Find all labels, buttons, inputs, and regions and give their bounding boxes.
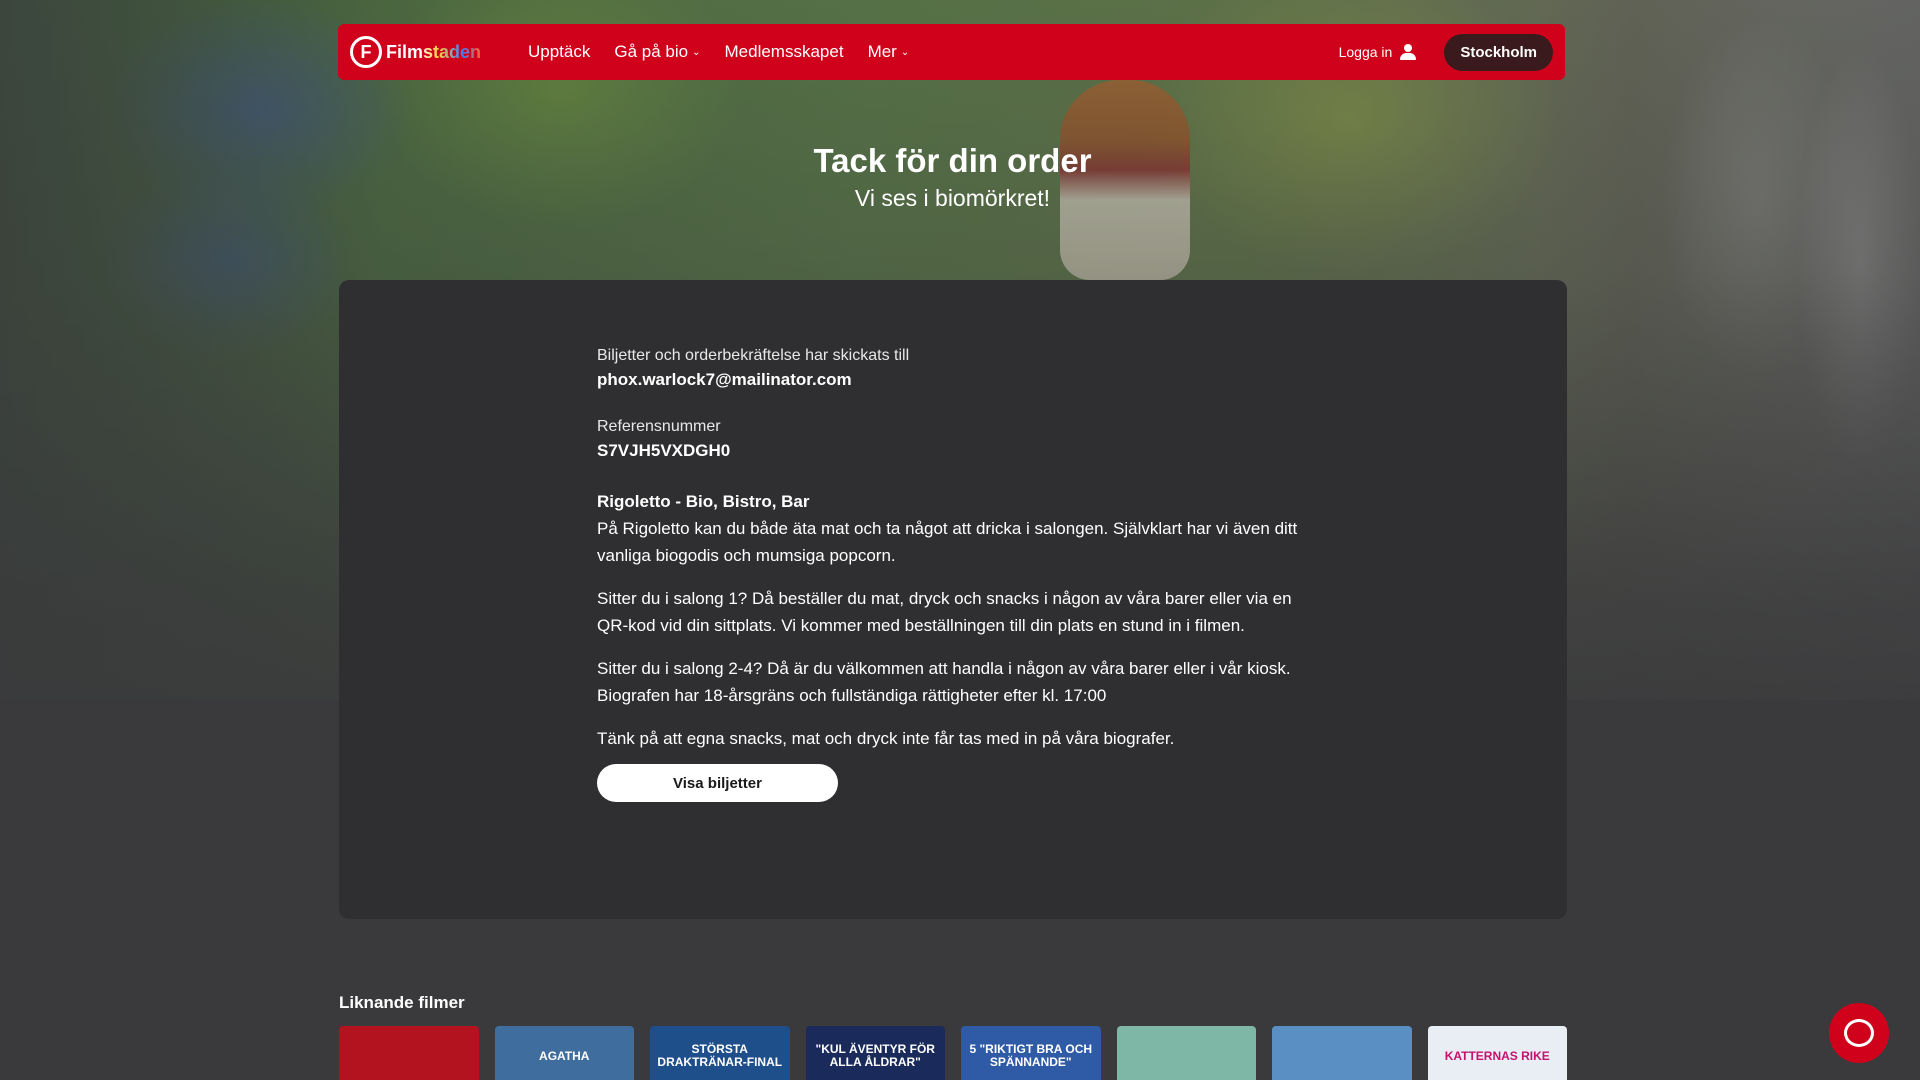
login-link[interactable]: Logga in — [1339, 44, 1417, 60]
poster-text: KATTERNAS RIKE — [1444, 1048, 1550, 1063]
city-selector-button[interactable]: Stockholm — [1444, 33, 1553, 71]
similar-movies-list: AGATHA STÖRSTA DRAKTRÄNAR-FINAL "KUL ÄVE… — [339, 1026, 1567, 1080]
nav-link-upptack[interactable]: Upptäck — [528, 42, 590, 62]
reference-label: Referensnummer — [597, 418, 721, 435]
poster-text: "KUL ÄVENTYR FÖR ALLA ÅLDRAR" — [815, 1042, 935, 1069]
poster-text: 5 "RIKTIGT BRA OCH SPÄNNANDE" — [969, 1042, 1093, 1069]
chat-button[interactable] — [1829, 1003, 1889, 1063]
nav-link-label: Gå på bio — [614, 42, 689, 61]
nav-link-ga-pa-bio[interactable]: Gå på bio ⌄ — [614, 42, 700, 62]
chevron-down-icon: ⌄ — [900, 46, 910, 58]
movie-poster[interactable]: KATTERNAS RIKE — [1427, 1026, 1567, 1080]
logo-icon: F — [350, 36, 382, 68]
email-value: phox.warlock7@mailinator.com — [597, 370, 852, 389]
venue-paragraph: På Rigoletto kan du både äta mat och ta … — [597, 519, 1298, 565]
login-label: Logga in — [1338, 44, 1393, 60]
reference-value: S7VJH5VXDGH0 — [597, 441, 731, 460]
poster-text: STÖRSTA DRAKTRÄNAR-FINAL — [657, 1042, 783, 1069]
nav-link-label: Medlemsskapet — [724, 42, 844, 61]
venue-paragraph: Sitter du i salong 1? Då beställer du ma… — [597, 589, 1292, 635]
similar-movies-heading: Liknande filmer — [339, 993, 465, 1012]
venue-heading: Rigoletto - Bio, Bistro, Bar — [597, 492, 810, 511]
movie-poster[interactable]: 5 "RIKTIGT BRA OCH SPÄNNANDE" — [961, 1026, 1101, 1080]
nav-right: Logga in Stockholm — [1339, 33, 1553, 71]
order-details: Biljetter och orderbekräftelse har skick… — [597, 346, 1317, 802]
movie-poster[interactable] — [1116, 1026, 1256, 1080]
nav-links: Upptäck Gå på bio ⌄ Medlemsskapet Mer ⌄ — [528, 42, 909, 62]
page-subtitle: Vi ses i biomörkret! — [854, 185, 1051, 211]
movie-poster[interactable]: AGATHA — [494, 1026, 634, 1080]
movie-poster[interactable]: STÖRSTA DRAKTRÄNAR-FINAL — [650, 1026, 790, 1080]
venue-paragraph: Sitter du i salong 2-4? Då är du välkomm… — [597, 659, 1291, 678]
poster-text: AGATHA — [539, 1048, 590, 1063]
show-tickets-button[interactable]: Visa biljetter — [597, 764, 838, 802]
nav-link-mer[interactable]: Mer ⌄ — [868, 42, 910, 62]
email-label: Biljetter och orderbekräftelse har skick… — [597, 347, 910, 364]
user-icon — [1400, 44, 1417, 60]
venue-paragraph: Tänk på att egna snacks, mat och dryck i… — [597, 729, 1175, 748]
logo[interactable]: F Filmstaden — [350, 36, 500, 68]
email-section: Biljetter och orderbekräftelse har skick… — [597, 346, 1317, 393]
reference-section: Referensnummer S7VJH5VXDGH0 — [597, 417, 1317, 464]
logo-text: Filmstaden — [386, 41, 482, 62]
venue-paragraph: Biografen har 18-årsgräns och fullständi… — [597, 686, 1107, 705]
chevron-down-icon: ⌄ — [692, 46, 701, 58]
top-navbar: F Filmstaden Upptäck Gå på bio ⌄ Medlems… — [338, 24, 1565, 80]
movie-poster[interactable]: "KUL ÄVENTYR FÖR ALLA ÅLDRAR" — [805, 1026, 945, 1080]
movie-poster[interactable] — [1272, 1026, 1412, 1080]
movie-poster[interactable] — [339, 1026, 479, 1080]
chat-icon — [1844, 1019, 1874, 1047]
page-title: Tack för din order — [813, 142, 1092, 179]
nav-link-medlemsskapet[interactable]: Medlemsskapet — [725, 42, 844, 62]
nav-link-label: Upptäck — [528, 42, 591, 61]
nav-link-label: Mer — [867, 42, 897, 61]
